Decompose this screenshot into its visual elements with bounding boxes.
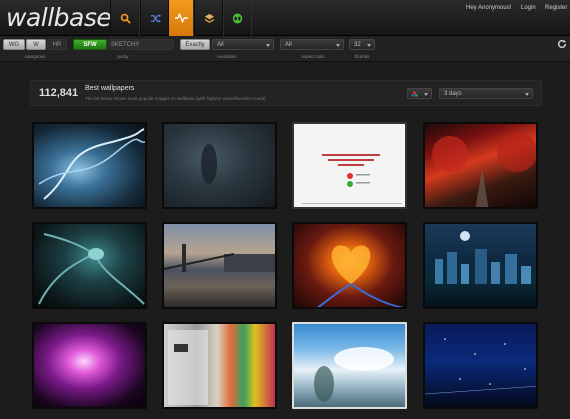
- categories-caption: categories: [24, 54, 46, 59]
- thumbs-select[interactable]: 32: [349, 39, 375, 50]
- thumb-dna[interactable]: [32, 122, 147, 209]
- register-link[interactable]: Register: [545, 5, 567, 11]
- logo[interactable]: wallbase: [6, 3, 112, 32]
- thumb-bridge[interactable]: [162, 222, 277, 309]
- thumbs-value: 32: [354, 42, 361, 48]
- search-icon: [120, 13, 131, 24]
- filter-bar: WG W HR categories SFW SKETCHY purity Ex…: [0, 36, 570, 62]
- board-filter-select[interactable]: [407, 88, 432, 99]
- listing-description: The list below shows most popular images…: [85, 96, 266, 101]
- random-nav-button[interactable]: [140, 0, 170, 36]
- resolution-value: All: [217, 42, 224, 48]
- resolution-mode-button[interactable]: Exactly: [180, 39, 210, 50]
- flower-icon: [411, 91, 418, 97]
- category-hr-toggle[interactable]: HR: [47, 39, 67, 50]
- chevron-down-icon: [266, 44, 270, 47]
- thumb-anime-collage[interactable]: [162, 322, 277, 409]
- category-wg-toggle[interactable]: WG: [3, 39, 25, 50]
- resolution-caption: resolution: [217, 54, 237, 59]
- purity-sketchy-toggle[interactable]: SKETCHY: [108, 39, 174, 50]
- thumb-tentacles[interactable]: [32, 222, 147, 309]
- category-w-toggle[interactable]: W: [26, 39, 46, 50]
- toplist-nav-button[interactable]: [168, 0, 194, 36]
- greeting-text: Hey Anonymous!: [466, 5, 512, 11]
- chevron-down-icon: [525, 93, 529, 96]
- aspect-ratio-select[interactable]: All: [280, 39, 344, 50]
- login-link[interactable]: Login: [521, 5, 536, 11]
- thumb-red-forest[interactable]: [423, 122, 538, 209]
- thumb-anime-sky[interactable]: [292, 322, 407, 409]
- top-bar: wallbase Hey Anonymous! Login Register: [0, 0, 570, 36]
- listing-header: 112,841 Best wallpapers The list below s…: [30, 80, 542, 106]
- thumb-fire-heart[interactable]: [292, 222, 407, 309]
- alien-nav-button[interactable]: [222, 0, 252, 36]
- wallpaper-count: 112,841: [39, 87, 79, 99]
- period-value: 3 days: [444, 91, 462, 97]
- thumb-dark-figure[interactable]: [162, 122, 277, 209]
- purity-sfw-toggle[interactable]: SFW: [73, 39, 107, 50]
- favorites-nav-button[interactable]: [194, 0, 224, 36]
- thumb-nebula[interactable]: [32, 322, 147, 409]
- aspect-ratio-value: All: [285, 42, 292, 48]
- thumb-stars[interactable]: [423, 322, 538, 409]
- shuffle-icon: [150, 13, 161, 23]
- listing-title: Best wallpapers: [85, 85, 135, 92]
- chevron-down-icon: [367, 44, 371, 47]
- chevron-down-icon: [336, 44, 340, 47]
- aspect-ratio-caption: aspect ratio: [301, 54, 325, 59]
- thumb-night-city[interactable]: [423, 222, 538, 309]
- alien-icon: [232, 12, 242, 24]
- toplist-icon: [204, 13, 214, 23]
- chevron-down-icon: [424, 93, 428, 96]
- activity-icon: [174, 13, 188, 23]
- thumbs-caption: thumbs: [354, 54, 370, 59]
- purity-caption: purity: [117, 54, 129, 59]
- resolution-select[interactable]: All: [212, 39, 274, 50]
- search-nav-button[interactable]: [110, 0, 140, 36]
- period-select[interactable]: 3 days: [439, 88, 533, 99]
- thumb-document[interactable]: [292, 122, 407, 209]
- refresh-icon[interactable]: [557, 39, 567, 49]
